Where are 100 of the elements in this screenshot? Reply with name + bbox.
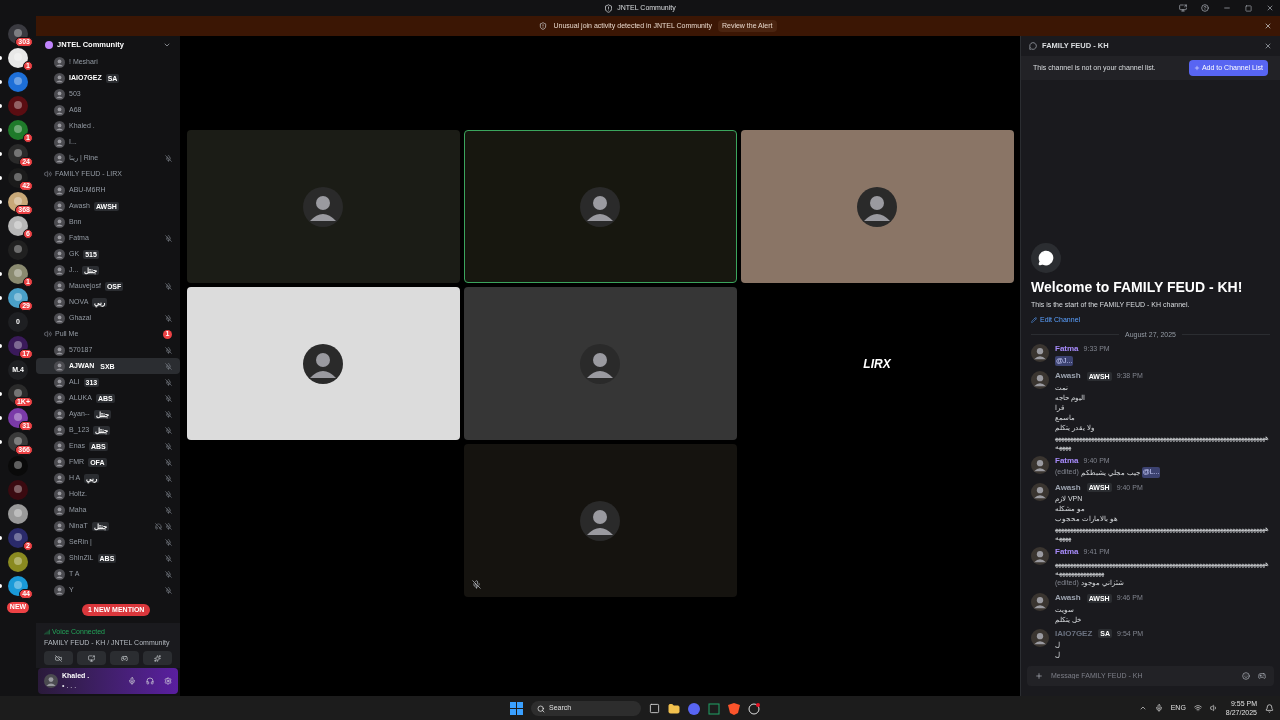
gamepad-icon	[121, 654, 128, 662]
video-tile[interactable]	[463, 444, 737, 597]
video-tile[interactable]	[463, 130, 737, 283]
soundboard-button[interactable]	[143, 651, 172, 665]
video-tile[interactable]	[463, 287, 737, 440]
avatar	[54, 136, 65, 148]
screen-share-icon	[88, 654, 95, 662]
avatar	[54, 504, 65, 516]
author-name[interactable]: Awash	[1055, 482, 1081, 493]
sparkles-icon	[154, 654, 161, 662]
emoji-icon[interactable]	[1242, 672, 1250, 680]
avatar	[54, 104, 65, 116]
avatar	[303, 186, 343, 227]
avatar	[1031, 455, 1049, 474]
speaker-icon	[44, 330, 52, 338]
gamepad-icon[interactable]	[1258, 672, 1266, 680]
help-icon[interactable]	[1201, 4, 1209, 12]
task-view-icon[interactable]	[649, 703, 660, 714]
maximize-icon[interactable]	[1245, 4, 1252, 12]
windows-icon[interactable]	[510, 702, 523, 715]
search-icon	[537, 704, 545, 713]
add-icon[interactable]	[1035, 672, 1043, 680]
thread-icon	[1038, 249, 1054, 266]
chevron-up-icon[interactable]	[1138, 704, 1147, 712]
screen-share-button[interactable]	[77, 651, 106, 665]
avatar	[44, 674, 58, 688]
avatar	[54, 360, 65, 372]
signal-icon	[44, 629, 50, 636]
avatar	[54, 232, 65, 244]
welcome-heading: Welcome to FAMILY FEUD - KH!	[1031, 277, 1244, 297]
notification-icon[interactable]	[1265, 703, 1274, 713]
plus-icon	[1193, 65, 1200, 71]
author-name[interactable]: IAIO7GEZ	[1055, 628, 1093, 639]
activity-button[interactable]	[110, 651, 139, 665]
avatar	[54, 120, 65, 132]
shield-app-icon[interactable]	[728, 702, 740, 715]
avatar	[1031, 593, 1049, 611]
speaker-icon	[44, 170, 52, 178]
recorder-icon[interactable]	[748, 702, 760, 715]
video-tile[interactable]	[186, 287, 460, 440]
avatar	[1031, 628, 1049, 647]
avatar	[54, 584, 65, 596]
avatar	[54, 520, 65, 532]
avatar	[303, 343, 343, 384]
camera-button[interactable]	[44, 651, 73, 665]
mic-icon[interactable]	[128, 677, 136, 685]
headphones-icon[interactable]	[146, 677, 154, 685]
spreadsheet-icon[interactable]	[708, 702, 720, 715]
avatar	[1031, 344, 1049, 362]
settings-icon[interactable]	[164, 677, 172, 685]
close-icon[interactable]	[1264, 42, 1272, 50]
thread-icon	[1029, 42, 1037, 50]
avatar	[1031, 547, 1049, 565]
shield-icon	[539, 22, 548, 30]
avatar	[54, 456, 65, 468]
network-icon[interactable]	[1193, 704, 1202, 712]
avatar	[54, 56, 65, 68]
avatar	[580, 186, 620, 227]
avatar	[54, 344, 65, 356]
close-icon[interactable]	[1264, 22, 1272, 30]
avatar	[54, 552, 65, 564]
avatar	[54, 488, 65, 500]
avatar	[54, 88, 65, 100]
avatar	[54, 264, 65, 276]
avatar	[54, 472, 65, 484]
avatar	[54, 536, 65, 548]
avatar	[54, 248, 65, 260]
chat-app-icon[interactable]	[688, 702, 700, 715]
avatar	[54, 216, 65, 228]
folder-icon[interactable]	[668, 702, 680, 715]
avatar	[1031, 482, 1049, 501]
avatar	[1031, 371, 1049, 389]
mic-icon[interactable]	[1154, 704, 1163, 712]
avatar	[54, 184, 65, 196]
avatar	[54, 376, 65, 388]
avatar	[54, 280, 65, 292]
author-name[interactable]: Fatma	[1055, 344, 1079, 355]
video-tile[interactable]	[186, 130, 460, 283]
author-name[interactable]: Fatma	[1055, 547, 1079, 558]
volume-icon[interactable]	[1209, 704, 1218, 712]
close-icon[interactable]	[1266, 4, 1274, 12]
avatar	[54, 200, 65, 212]
author-name[interactable]: Fatma	[1055, 455, 1079, 466]
avatar	[580, 500, 620, 541]
avatar	[54, 440, 65, 452]
avatar	[54, 296, 65, 308]
author-name[interactable]: Awash	[1055, 371, 1081, 382]
avatar	[54, 152, 65, 164]
avatar	[54, 424, 65, 436]
logo-text: LIRX	[863, 355, 891, 373]
avatar	[54, 568, 65, 580]
author-name[interactable]: Awash	[1055, 593, 1081, 604]
avatar	[54, 312, 65, 324]
avatar	[54, 392, 65, 404]
avatar	[54, 408, 65, 420]
video-tile[interactable]	[740, 130, 1014, 283]
chevron-icon[interactable]	[163, 41, 171, 49]
camera-off-icon	[55, 654, 62, 662]
avatar	[857, 186, 897, 227]
pencil-icon	[1031, 317, 1037, 324]
